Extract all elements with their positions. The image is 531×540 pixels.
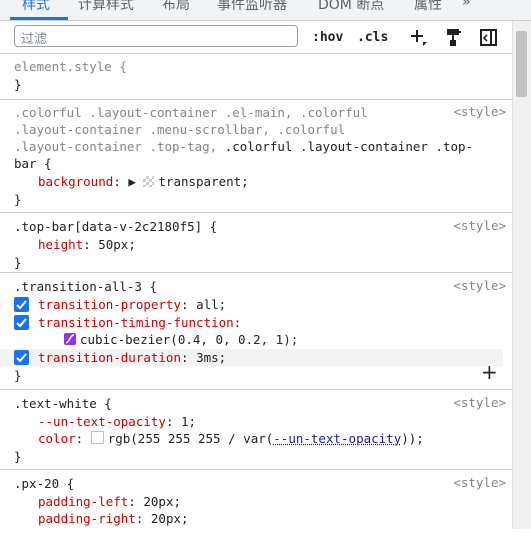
cls-button[interactable]: .cls [357, 30, 388, 45]
declaration-background[interactable]: background: ▶ transparent; [38, 173, 249, 190]
rule-source-link[interactable]: <style> [453, 218, 506, 233]
rule-colorful: <style> .colorful .layout-container .el-… [0, 100, 512, 213]
declaration-checkbox[interactable] [14, 315, 29, 330]
rule-close-brace: } [14, 255, 22, 270]
scrollbar[interactable] [512, 21, 531, 529]
rule-source-link[interactable]: <style> [453, 104, 506, 119]
expand-triangle-icon[interactable]: ▶ [128, 174, 136, 189]
declaration-padding-right[interactable]: padding-right: 20px; [38, 510, 189, 527]
rule-selector[interactable]: .top-bar[data-v-2c2180f5] { [14, 218, 217, 235]
rule-transition: <style> .transition-all-3 { transition-p… [0, 273, 512, 390]
bezier-editor-icon[interactable] [64, 333, 76, 345]
tab-layout[interactable]: 布局 [162, 0, 190, 14]
hov-button[interactable]: :hov [312, 30, 343, 45]
styles-toolbar: 过滤 :hov .cls [0, 21, 512, 54]
declaration-height[interactable]: height: 50px; [38, 236, 136, 253]
rule-selector[interactable]: .layout-container .menu-scrollbar, .colo… [14, 121, 345, 138]
color-swatch[interactable] [90, 431, 104, 444]
declaration-checkbox[interactable] [14, 297, 29, 312]
rule-close-brace: } [14, 192, 22, 207]
active-tab-indicator [10, 17, 68, 20]
declaration-checkbox[interactable] [14, 350, 29, 365]
rule-text-white: <style> .text-white { --un-text-opacity:… [0, 390, 512, 470]
rule-close-brace: } [14, 449, 22, 464]
color-format-icon[interactable] [444, 28, 462, 48]
color-swatch[interactable] [143, 176, 155, 187]
rule-close-brace: } [14, 368, 22, 383]
rule-element-style: element.style { } [0, 54, 512, 100]
rule-source-link[interactable]: <style> [453, 475, 506, 490]
tab-dom-breakpoints[interactable]: DOM 断点 [318, 0, 384, 14]
rule-px-20: <style> .px-20 { padding-left: 20px; pad… [0, 470, 512, 540]
scrollbar-thumb[interactable] [516, 31, 527, 97]
rule-selector[interactable]: .px-20 { [14, 475, 74, 492]
tab-styles[interactable]: 样式 [22, 0, 50, 14]
toggle-sidebar-icon[interactable] [479, 28, 499, 48]
style-rules: element.style { } <style> .colorful .lay… [0, 54, 512, 540]
more-tabs-icon[interactable]: » [462, 0, 471, 10]
tab-event-listeners[interactable]: 事件监听器 [217, 0, 287, 14]
tab-properties[interactable]: 属性 [414, 0, 442, 14]
rule-close-brace: } [14, 77, 22, 92]
panel-tabs: 样式 计算样式 布局 事件监听器 DOM 断点 属性 » [0, 0, 531, 21]
filter-input[interactable]: 过滤 [14, 25, 298, 47]
css-variable-link[interactable]: --un-text-opacity [273, 431, 401, 446]
declaration-padding-left[interactable]: padding-left: 20px; [38, 493, 181, 510]
declaration-transition-timing[interactable]: transition-timing-function: [38, 314, 241, 331]
rule-source-link[interactable]: <style> [453, 278, 506, 293]
new-style-rule-icon[interactable] [409, 28, 429, 48]
tab-computed[interactable]: 计算样式 [78, 0, 134, 14]
rule-selector[interactable]: .colorful .layout-container .el-main, .c… [14, 104, 368, 121]
declaration-color[interactable]: color: rgb(255 255 255 / var(--un-text-o… [38, 430, 424, 447]
declaration-transition-duration[interactable]: transition-duration: 3ms; [38, 349, 226, 366]
rule-selector[interactable]: .text-white { [14, 395, 112, 412]
rule-top-bar: <style> .top-bar[data-v-2c2180f5] { heig… [0, 213, 512, 273]
rule-selector[interactable]: element.style { [14, 58, 127, 75]
rule-selector[interactable]: .layout-container .top-tag, .colorful .l… [14, 138, 473, 155]
timing-value[interactable]: cubic-bezier(0.4, 0, 0.2, 1); [64, 331, 298, 348]
rule-selector[interactable]: bar { [14, 155, 52, 172]
add-declaration-icon[interactable]: + [481, 360, 498, 384]
rule-selector[interactable]: .transition-all-3 { [14, 278, 157, 295]
rule-source-link[interactable]: <style> [453, 395, 506, 410]
declaration-un-text-opacity[interactable]: --un-text-opacity: 1; [38, 413, 196, 430]
declaration-transition-property[interactable]: transition-property: all; [38, 296, 226, 313]
